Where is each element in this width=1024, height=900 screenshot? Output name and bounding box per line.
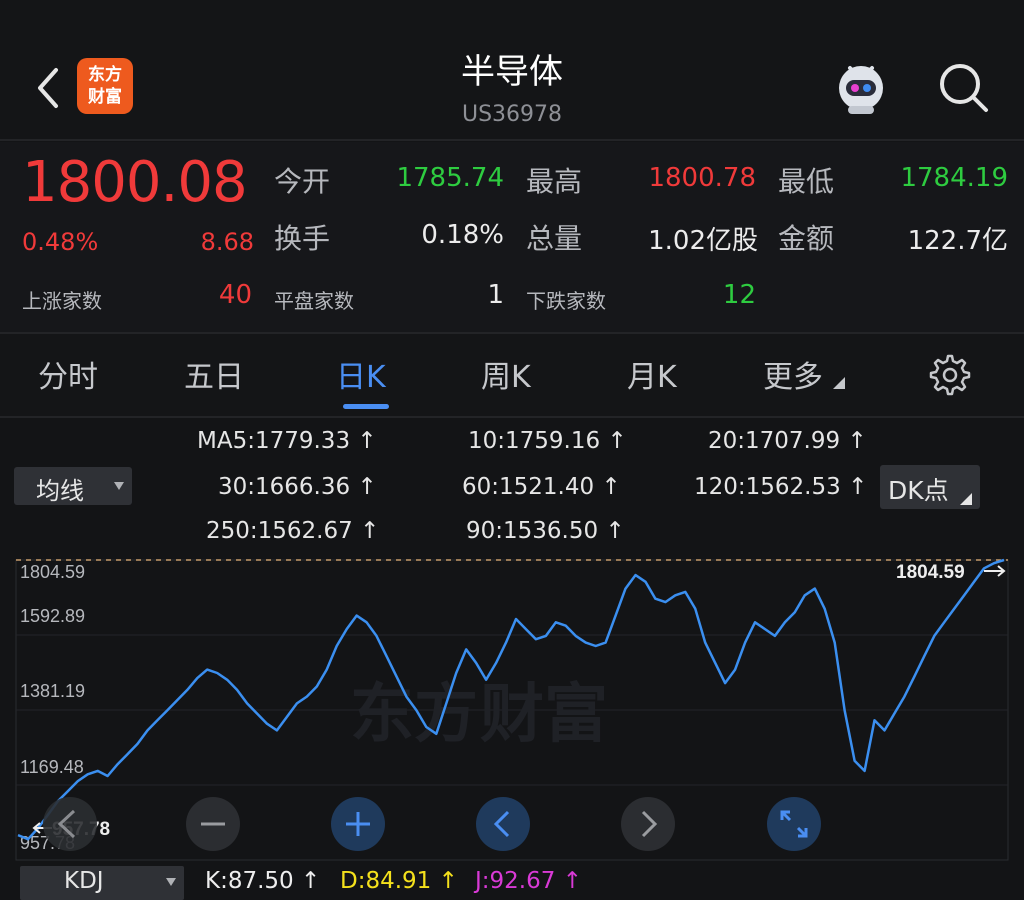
logo-text-line1: 东方: [88, 65, 122, 85]
kdj-d-value: D:84.91 ↑: [340, 868, 458, 894]
dk-point-button[interactable]: DK点: [880, 465, 980, 509]
breadth-value-up: 40: [218, 280, 252, 310]
stat-label-volume: 总量: [526, 222, 583, 255]
logo-text-line2: 财富: [88, 87, 122, 107]
breadth-value-flat: 1: [487, 280, 504, 310]
indicator-select-label: KDJ: [64, 868, 104, 894]
scroll-right-button[interactable]: [621, 797, 675, 851]
app-logo: 东方 财富: [77, 58, 133, 114]
kdj-j-value: J:92.67 ↑: [475, 868, 582, 894]
breadth-label-flat: 平盘家数: [274, 289, 354, 313]
ma-select-label: 均线: [36, 477, 84, 505]
chevron-left-icon: [38, 68, 58, 108]
stat-value-high: 1800.78: [648, 163, 756, 193]
divider: [0, 139, 1024, 141]
high-marker-label: 1804.59: [896, 562, 965, 583]
settings-button[interactable]: [927, 352, 973, 398]
ma-value: 90:1536.50 ↑: [466, 518, 625, 544]
ma-value: 30:1666.36 ↑: [218, 474, 377, 500]
stat-label-amount: 金额: [778, 222, 835, 255]
y-tick-label: 1804.59: [20, 562, 85, 582]
assistant-robot-icon[interactable]: [830, 58, 892, 120]
search-icon: [940, 64, 988, 112]
stat-label-open: 今开: [274, 165, 331, 198]
y-tick-label: 1592.89: [20, 606, 85, 626]
tab-daily-k[interactable]: 日K: [336, 352, 386, 396]
tab-more-label: 更多: [763, 360, 823, 395]
tab-weekly-k[interactable]: 周K: [481, 352, 531, 396]
zoom-in-button[interactable]: [331, 797, 385, 851]
ma-value: 120:1562.53 ↑: [694, 474, 868, 500]
ma-value: MA5:1779.33 ↑: [197, 428, 377, 454]
tab-more[interactable]: 更多: [763, 352, 845, 396]
stat-label-turnover: 换手: [274, 222, 331, 255]
active-tab-indicator: [343, 404, 389, 409]
gear-icon: [929, 354, 971, 396]
scroll-left-button[interactable]: [476, 797, 530, 851]
y-tick-label: 1381.19: [20, 681, 85, 701]
tab-intraday[interactable]: 分时: [38, 352, 98, 396]
change-amount: 8.68: [200, 228, 254, 256]
security-code: US36978: [461, 102, 563, 127]
dropdown-corner-icon: [960, 493, 972, 505]
tab-five-day[interactable]: 五日: [184, 352, 244, 396]
ma-value: 10:1759.16 ↑: [468, 428, 627, 454]
stat-value-volume: 1.02亿股: [648, 226, 758, 256]
kdj-k-value: K:87.50 ↑: [205, 868, 321, 894]
stat-value-amount: 122.7亿: [907, 226, 1008, 256]
search-button[interactable]: [934, 58, 994, 118]
y-tick-label: 1169.48: [20, 757, 84, 777]
watermark: 财富: [480, 678, 608, 750]
stat-value-low: 1784.19: [900, 163, 1008, 193]
indicator-select[interactable]: KDJ: [20, 866, 184, 900]
zoom-out-button[interactable]: [186, 797, 240, 851]
fullscreen-button[interactable]: [767, 797, 821, 851]
change-percent: 0.48%: [22, 228, 99, 256]
tab-monthly-k[interactable]: 月K: [627, 352, 677, 396]
scroll-left-far-button[interactable]: [43, 797, 97, 851]
stat-value-open: 1785.74: [396, 163, 504, 193]
price-chart[interactable]: 东方 财富 1804.591592.891381.191169.48957.78…: [0, 556, 1024, 862]
breadth-label-down: 下跌家数: [526, 289, 606, 313]
caret-down-icon: [114, 482, 124, 490]
stat-label-low: 最低: [778, 165, 835, 198]
last-price: 1800.08: [22, 150, 248, 215]
dk-label: DK点: [888, 476, 949, 505]
caret-down-icon: [166, 878, 176, 886]
ma-value: 250:1562.67 ↑: [206, 518, 380, 544]
stat-label-high: 最高: [526, 165, 583, 198]
watermark: 东方: [350, 678, 478, 750]
page-title: 半导体: [461, 52, 563, 92]
breadth-value-down: 12: [722, 280, 756, 310]
ma-value: 60:1521.40 ↑: [462, 474, 621, 500]
ma-type-select[interactable]: 均线: [14, 467, 132, 505]
breadth-label-up: 上涨家数: [22, 289, 102, 313]
ma-value: 20:1707.99 ↑: [708, 428, 867, 454]
stat-value-turnover: 0.18%: [421, 220, 504, 250]
back-button[interactable]: [30, 62, 70, 114]
dropdown-corner-icon: [832, 377, 845, 389]
